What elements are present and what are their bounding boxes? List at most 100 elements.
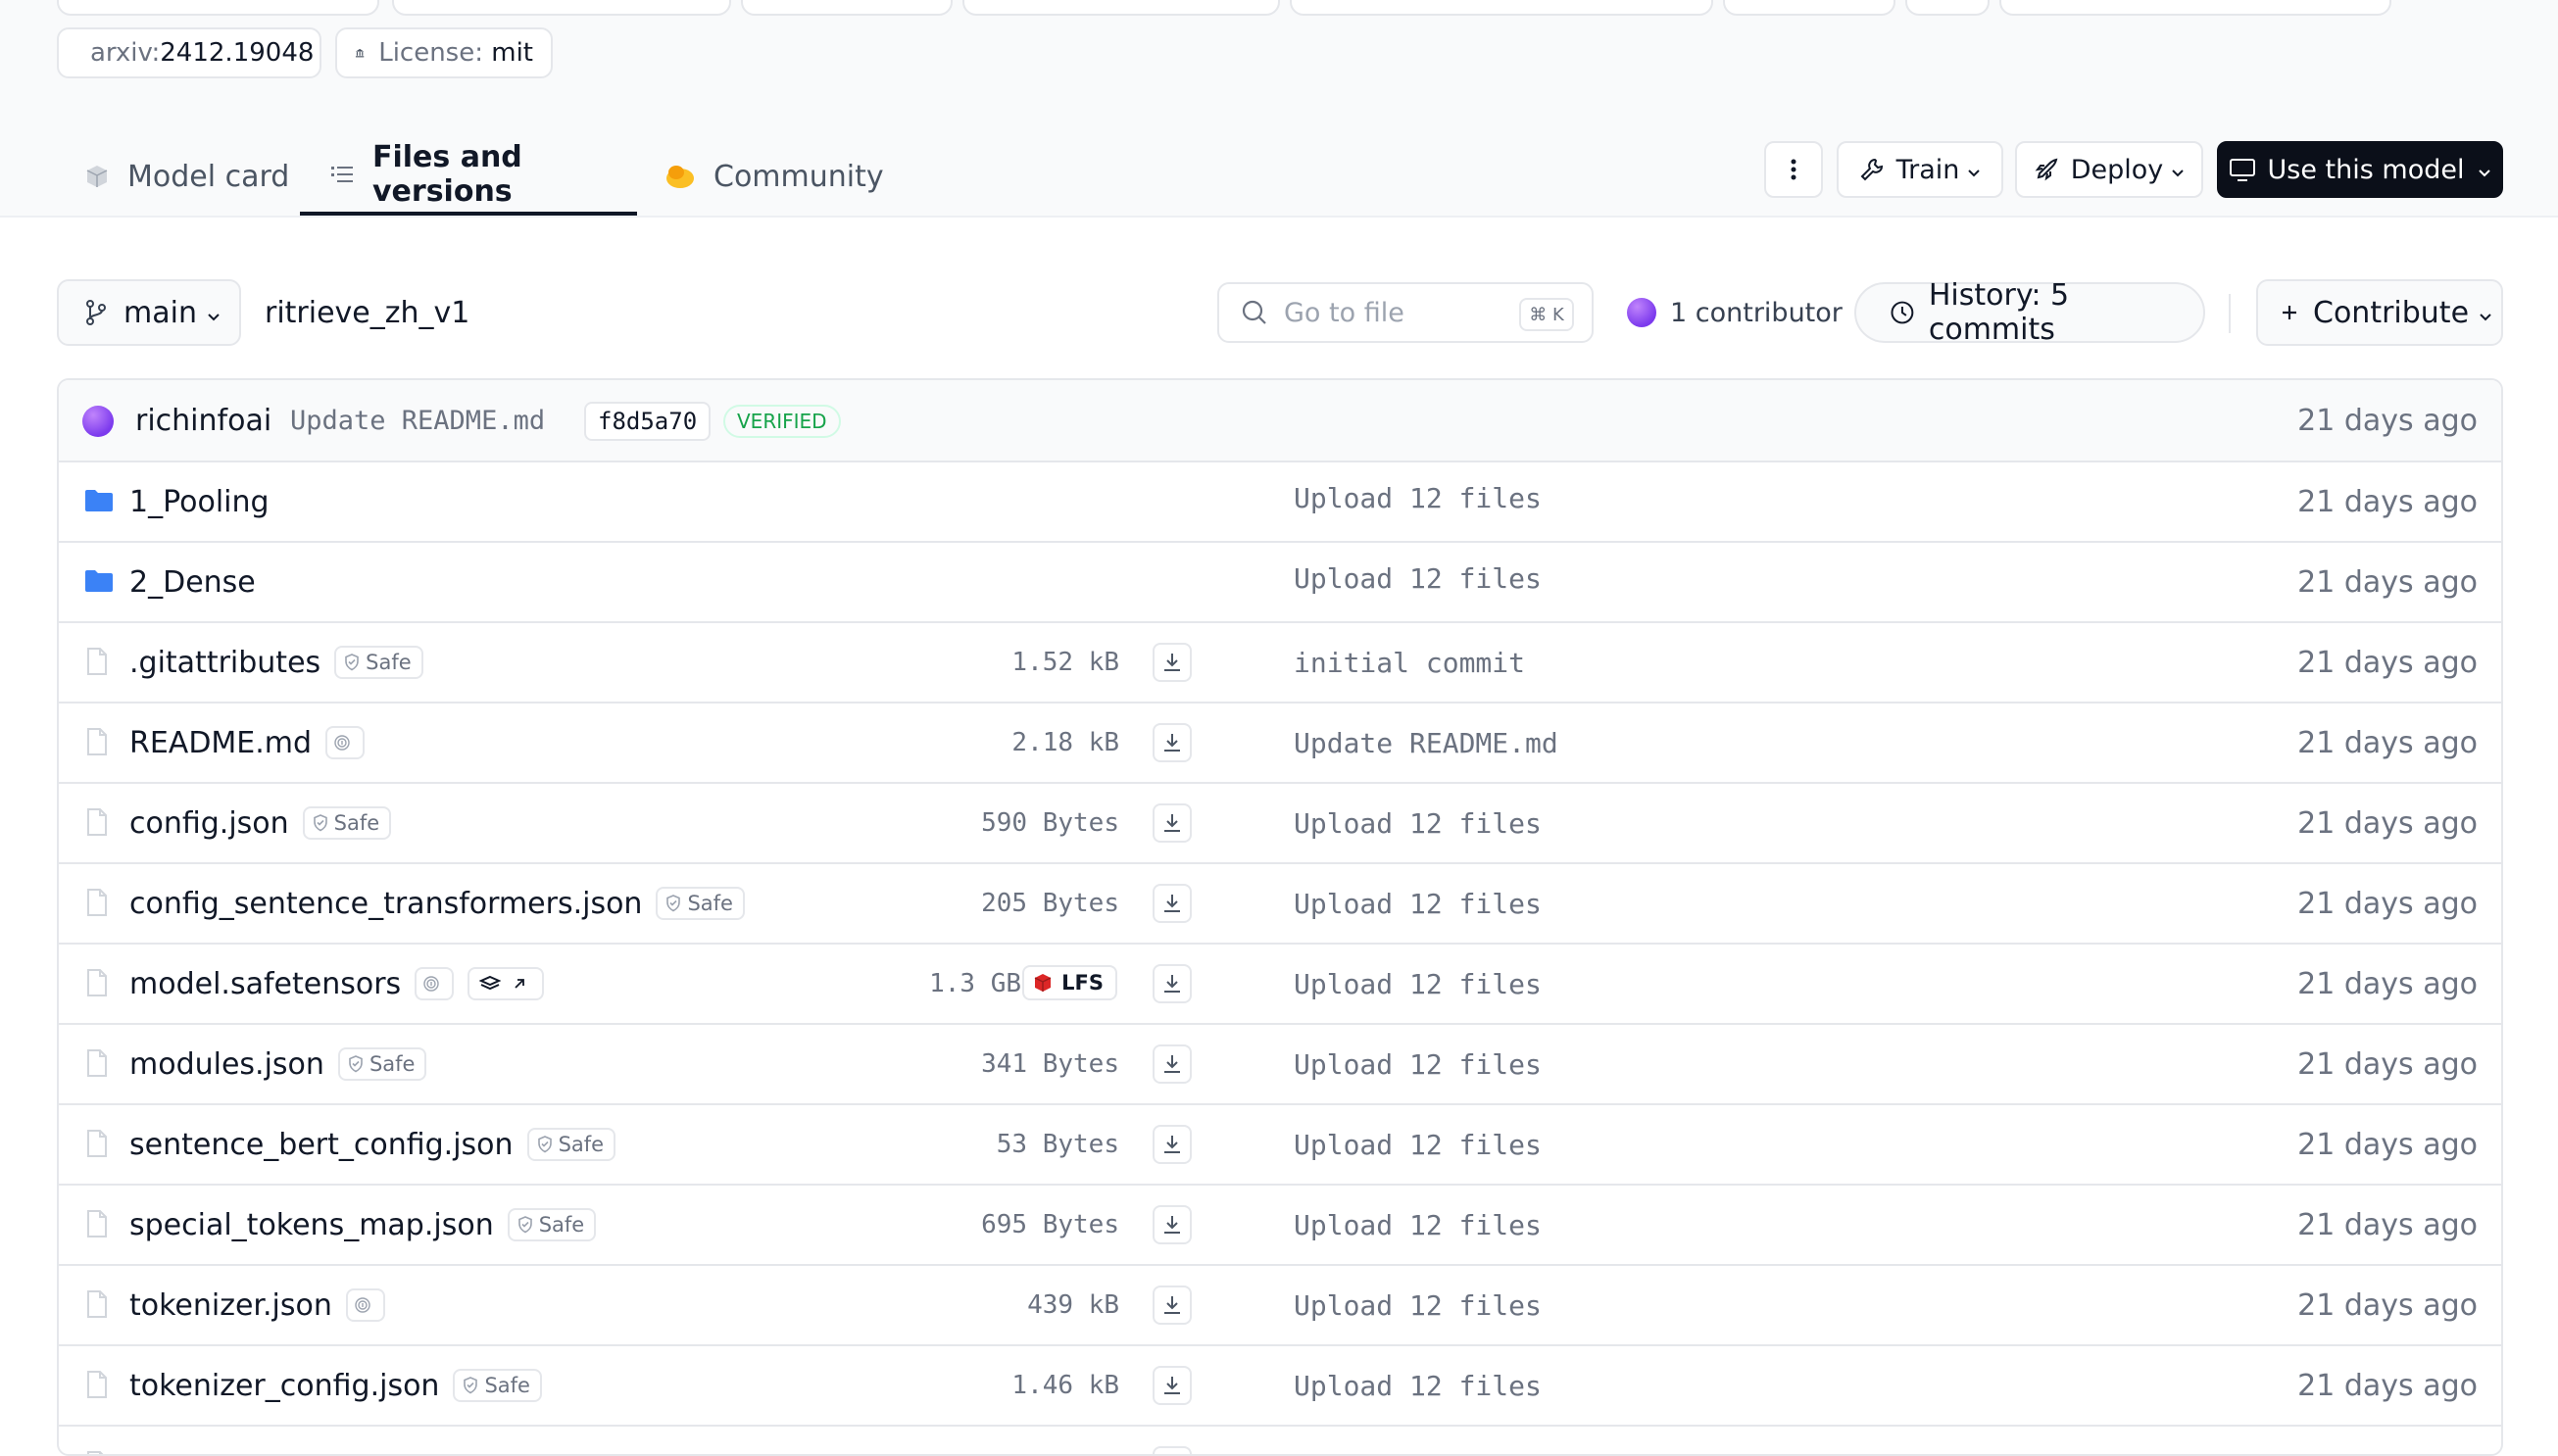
commit-author[interactable]: richinfoai: [135, 380, 271, 461]
avatar[interactable]: [82, 406, 114, 437]
commit-message[interactable]: Upload 12 files: [1294, 1346, 1542, 1425]
contribute-button[interactable]: Contribute: [2256, 279, 2503, 346]
scan-badge[interactable]: [325, 726, 366, 759]
tag-chip[interactable]: [1905, 0, 1990, 16]
scan-badge[interactable]: [415, 967, 455, 1000]
file-name[interactable]: config.json: [129, 806, 289, 841]
file-row[interactable]: sentence_bert_config.json Safe 53 Bytes U…: [59, 1105, 2501, 1186]
download-button[interactable]: [1153, 723, 1192, 762]
safe-badge[interactable]: Safe: [526, 1128, 616, 1161]
tag-chip[interactable]: [1999, 0, 2391, 16]
file-row[interactable]: config_sentence_transformers.json Safe 20…: [59, 864, 2501, 945]
tag-chip[interactable]: [962, 0, 1280, 16]
download-button[interactable]: [1153, 643, 1192, 682]
safe-badge[interactable]: Safe: [337, 1047, 427, 1081]
commit-message[interactable]: Upload 12 files: [1294, 1266, 1542, 1344]
commit-date: 21 days ago: [2297, 886, 2478, 921]
tag-chip[interactable]: [741, 0, 953, 16]
go-to-file-search[interactable]: Go to file ⌘ K: [1217, 282, 1594, 343]
commit-message[interactable]: Upload 12 files: [1294, 864, 1542, 943]
file-size: 1.46 kB: [1011, 1371, 1119, 1400]
safe-badge[interactable]: Safe: [453, 1369, 542, 1402]
download-button[interactable]: [1153, 964, 1192, 1003]
commit-date: 21 days ago: [2297, 725, 2478, 760]
tag-chip[interactable]: [392, 0, 731, 16]
file-name[interactable]: .gitattributes: [129, 646, 320, 680]
download-button[interactable]: [1153, 1366, 1192, 1405]
file-name[interactable]: README.md: [129, 726, 312, 760]
download-button[interactable]: [1153, 884, 1192, 923]
download-button[interactable]: [1153, 1446, 1192, 1454]
safe-label: Safe: [687, 892, 733, 915]
tag-chip[interactable]: [1290, 0, 1713, 16]
file-row[interactable]: [59, 1427, 2501, 1454]
file-name[interactable]: model.safetensors: [129, 967, 401, 1001]
scan-badge[interactable]: [345, 1288, 385, 1322]
license-tag[interactable]: License: mit: [335, 27, 553, 78]
download-icon: [1164, 1136, 1180, 1153]
tab-files-and-versions[interactable]: Files and versions: [300, 137, 637, 216]
commit-date: 21 days ago: [2297, 1368, 2478, 1403]
commit-message[interactable]: Upload 12 files: [1294, 459, 1542, 537]
file-row[interactable]: README.md 2.18 kB Update README.md 21 da…: [59, 704, 2501, 784]
commit-message[interactable]: Upload 12 files: [1294, 539, 1542, 617]
file-icon: [86, 807, 108, 837]
tab-model-card[interactable]: Model card: [84, 137, 289, 216]
license-prefix: License:: [378, 38, 483, 68]
file-name[interactable]: special_tokens_map.json: [129, 1208, 494, 1242]
folder-row[interactable]: 1_Pooling Upload 12 files 21 days ago: [59, 462, 2501, 543]
shield-icon: [313, 814, 327, 832]
folder-row[interactable]: 2_Dense Upload 12 files 21 days ago: [59, 543, 2501, 623]
download-button[interactable]: [1153, 1125, 1192, 1164]
arxiv-tag[interactable]: arxiv: 2412.19048: [57, 27, 321, 78]
file-name[interactable]: modules.json: [129, 1047, 324, 1082]
download-button[interactable]: [1153, 1286, 1192, 1325]
license-value: mit: [491, 38, 533, 68]
commit-message[interactable]: Upload 12 files: [1294, 1025, 1542, 1103]
tag-chip[interactable]: [57, 0, 379, 16]
commit-message[interactable]: Update README.md: [1294, 704, 1558, 782]
file-row[interactable]: special_tokens_map.json Safe 695 Bytes Up…: [59, 1186, 2501, 1266]
train-label: Train: [1895, 154, 1960, 185]
file-name[interactable]: config_sentence_transformers.json: [129, 887, 642, 921]
safe-badge[interactable]: Safe: [656, 887, 745, 920]
commit-date: 21 days ago: [2297, 645, 2478, 680]
file-name[interactable]: tokenizer.json: [129, 1288, 332, 1323]
download-button[interactable]: [1153, 1205, 1192, 1244]
folder-name[interactable]: 1_Pooling: [129, 462, 270, 541]
safe-badge[interactable]: Safe: [507, 1208, 597, 1241]
tab-community[interactable]: Community: [664, 137, 884, 216]
folder-name[interactable]: 2_Dense: [129, 543, 256, 621]
commit-message[interactable]: initial commit: [1294, 623, 1525, 702]
commit-message[interactable]: Update README.md: [290, 380, 545, 461]
file-row[interactable]: tokenizer_config.json Safe 1.46 kB Upload…: [59, 1346, 2501, 1427]
safe-badge[interactable]: Safe: [334, 646, 423, 679]
file-row[interactable]: config.json Safe 590 Bytes Upload 12 file…: [59, 784, 2501, 864]
viewer-link-badge[interactable]: [467, 967, 545, 1000]
tag-chip[interactable]: [1723, 0, 1895, 16]
download-button[interactable]: [1153, 803, 1192, 843]
more-options-button[interactable]: [1764, 141, 1823, 198]
contributors-link[interactable]: 1 contributor: [1627, 282, 1843, 343]
file-row[interactable]: model.safetensors 1.3 GB LFS Upload 12 f…: [59, 945, 2501, 1025]
file-name[interactable]: tokenizer_config.json: [129, 1369, 439, 1403]
history-button[interactable]: History: 5 commits: [1854, 278, 2205, 347]
commit-message[interactable]: Upload 12 files: [1294, 1105, 1542, 1184]
chevron-down-icon: [2171, 155, 2185, 185]
branch-selector[interactable]: main: [57, 279, 241, 346]
commit-message[interactable]: Upload 12 files: [1294, 784, 1542, 862]
lfs-badge[interactable]: LFS: [1022, 965, 1117, 1000]
file-size: 439 kB: [1027, 1290, 1119, 1320]
deploy-button[interactable]: Deploy: [2015, 141, 2203, 198]
download-button[interactable]: [1153, 1044, 1192, 1084]
file-row[interactable]: .gitattributes Safe 1.52 kB initial commi…: [59, 623, 2501, 704]
commit-hash[interactable]: f8d5a70: [584, 402, 712, 441]
file-row[interactable]: tokenizer.json 439 kB Upload 12 files 21…: [59, 1266, 2501, 1346]
commit-message[interactable]: Upload 12 files: [1294, 1186, 1542, 1264]
commit-message[interactable]: Upload 12 files: [1294, 945, 1542, 1023]
use-this-model-button[interactable]: Use this model: [2217, 141, 2503, 198]
file-name[interactable]: sentence_bert_config.json: [129, 1128, 514, 1162]
safe-badge[interactable]: Safe: [302, 806, 392, 840]
train-button[interactable]: Train: [1837, 141, 2003, 198]
file-row[interactable]: modules.json Safe 341 Bytes Upload 12 fil…: [59, 1025, 2501, 1105]
